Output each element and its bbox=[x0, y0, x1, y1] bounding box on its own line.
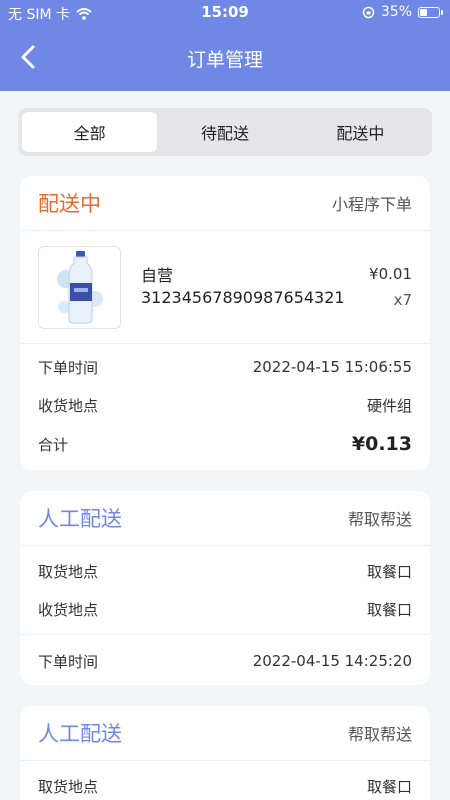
tab-delivering[interactable]: 配送中 bbox=[293, 112, 428, 152]
order-time-row: 下单时间 2022-04-15 15:06:55 bbox=[20, 348, 430, 386]
order-time-value: 2022-04-15 14:25:20 bbox=[252, 652, 412, 670]
total-row: 合计 ¥0.13 bbox=[20, 424, 430, 464]
tab-all[interactable]: 全部 bbox=[22, 112, 158, 152]
product-price: ¥0.01 bbox=[369, 265, 412, 283]
order-status: 配送中 bbox=[38, 192, 101, 216]
water-bottle-icon bbox=[56, 251, 103, 324]
pickup-value: 取餐口 bbox=[366, 777, 412, 796]
delivery-row: 收货地点 取餐口 bbox=[20, 590, 430, 628]
page-title: 订单管理 bbox=[186, 49, 263, 71]
pickup-row: 取货地点 取餐口 bbox=[20, 767, 430, 800]
order-status: 人工配送 bbox=[38, 722, 122, 746]
product-qty: x7 bbox=[393, 291, 412, 309]
order-card[interactable]: 人工配送 帮取帮送 取货地点 取餐口 收货地点 取餐口 下单时间 2022-04… bbox=[20, 491, 430, 685]
order-source: 小程序下单 bbox=[331, 195, 412, 214]
pickup-value: 取餐口 bbox=[366, 562, 412, 581]
delivery-label: 收货地点 bbox=[38, 600, 99, 619]
pickup-label: 取货地点 bbox=[38, 562, 99, 581]
order-time-label: 下单时间 bbox=[38, 652, 99, 671]
product-name: 自营 bbox=[141, 266, 174, 285]
product-image bbox=[38, 245, 121, 329]
delivery-label: 收货地点 bbox=[38, 396, 99, 415]
app-header: 无 SIM 卡 15:09 35% 订单管理 bbox=[0, 0, 450, 91]
order-time-value: 2022-04-15 15:06:55 bbox=[252, 358, 412, 376]
tab-pending[interactable]: 待配送 bbox=[157, 112, 292, 152]
order-time-label: 下单时间 bbox=[38, 358, 99, 377]
order-status: 人工配送 bbox=[38, 507, 122, 531]
order-card[interactable]: 人工配送 帮取帮送 取货地点 取餐口 bbox=[20, 706, 430, 800]
delivery-row: 收货地点 硬件组 bbox=[20, 386, 430, 424]
order-source: 帮取帮送 bbox=[347, 725, 412, 744]
total-label: 合计 bbox=[38, 435, 69, 454]
order-filter-tabs: 全部 待配送 配送中 bbox=[18, 108, 432, 156]
delivery-value: 硬件组 bbox=[366, 396, 412, 415]
order-card[interactable]: 配送中 小程序下单 自营 31234567890987654321 ¥0.01 … bbox=[20, 176, 430, 470]
status-bar: 无 SIM 卡 15:09 35% bbox=[0, 0, 450, 24]
pickup-label: 取货地点 bbox=[38, 777, 99, 796]
pickup-row: 取货地点 取餐口 bbox=[20, 552, 430, 590]
orientation-lock-icon bbox=[362, 6, 375, 18]
order-time-row: 下单时间 2022-04-15 14:25:20 bbox=[20, 635, 430, 685]
order-source: 帮取帮送 bbox=[347, 510, 412, 529]
battery-icon bbox=[418, 6, 443, 18]
total-value: ¥0.13 bbox=[351, 433, 412, 455]
battery-percent: 35% bbox=[380, 4, 412, 20]
product-item[interactable]: 自营 31234567890987654321 ¥0.01 x7 bbox=[20, 231, 430, 344]
delivery-value: 取餐口 bbox=[366, 600, 412, 619]
product-code: 31234567890987654321 bbox=[141, 288, 345, 307]
